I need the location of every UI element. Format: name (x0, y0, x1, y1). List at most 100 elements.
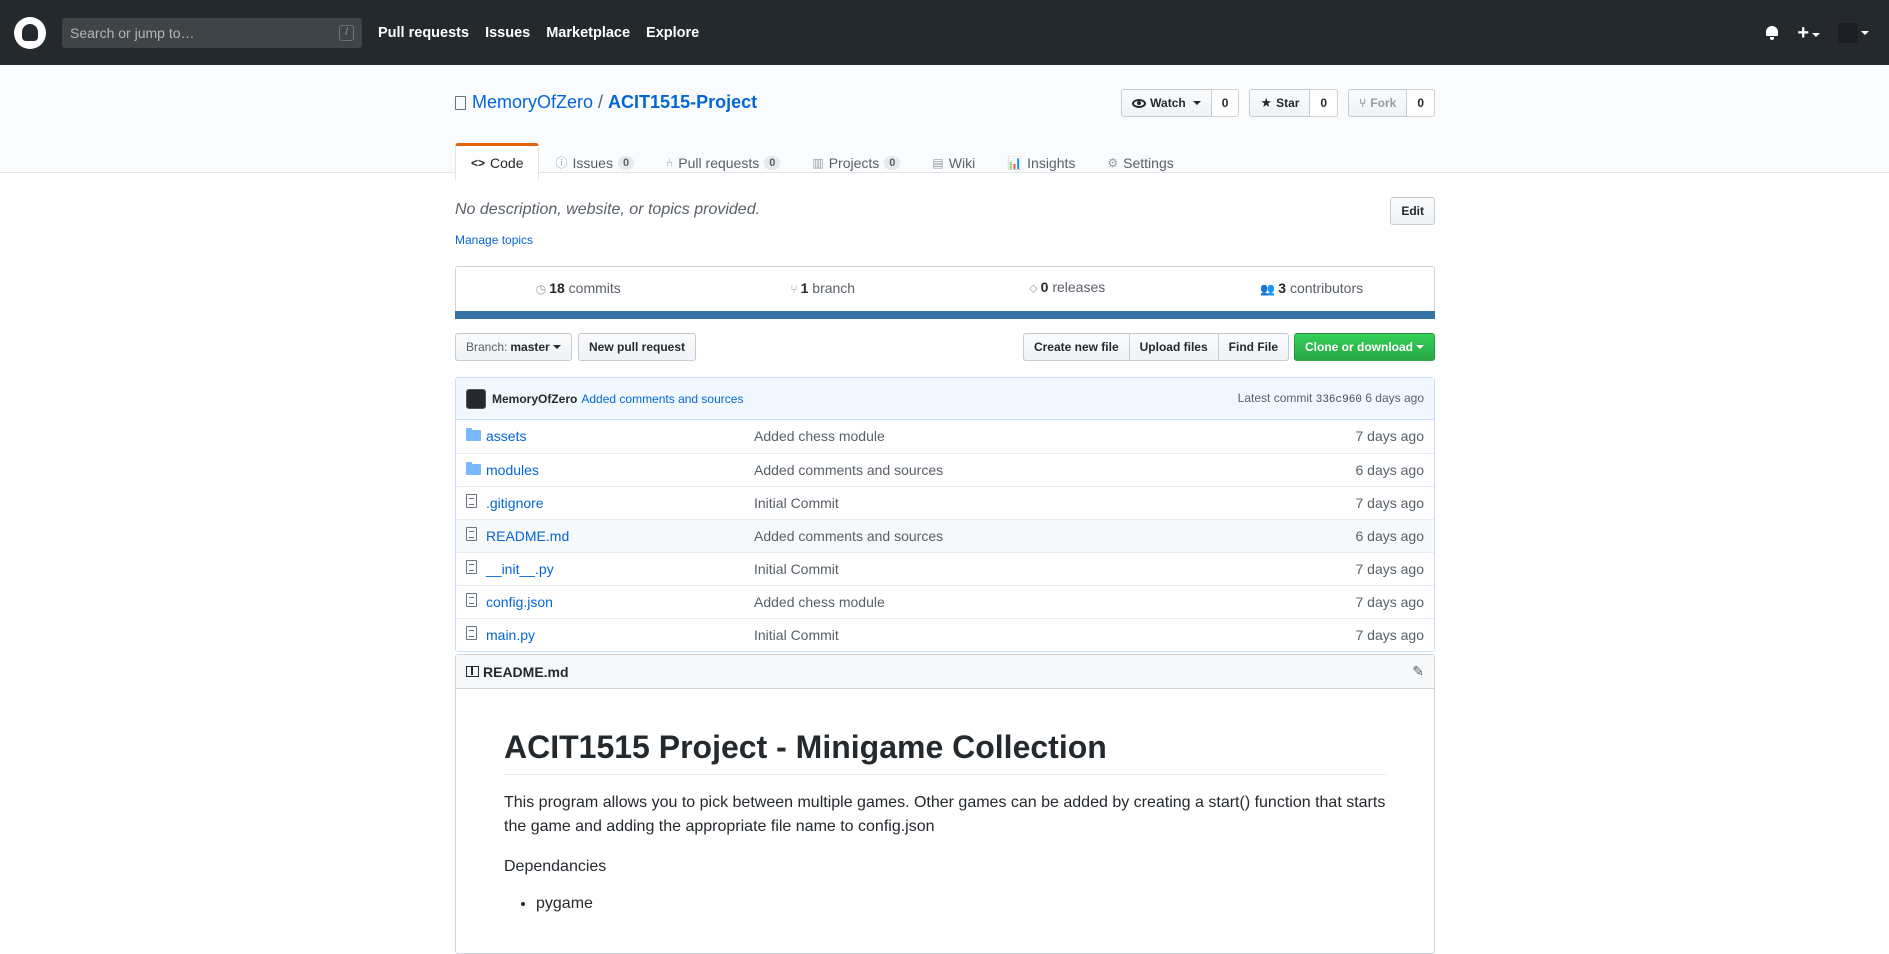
branch-summary[interactable]: ⑂ 1 branch (701, 280, 946, 296)
tab-wiki[interactable]: ▤ Wiki (916, 143, 991, 180)
user-menu-dropdown[interactable] (1838, 22, 1869, 43)
github-logo-icon[interactable] (14, 16, 46, 49)
watch-count[interactable]: 0 (1211, 89, 1240, 117)
avatar (1838, 22, 1858, 43)
tab-label: Code (490, 154, 524, 171)
file-name-link[interactable]: config.json (486, 594, 553, 610)
file-commit-message[interactable]: Initial Commit (744, 486, 1229, 519)
edit-description-button[interactable]: Edit (1390, 197, 1435, 225)
create-new-dropdown[interactable]: + (1797, 23, 1820, 43)
commits-summary[interactable]: ◷ 18 commits (456, 280, 701, 296)
repo-tabs: <> Code ⓘ Issues 0 ⑃ Pull requests 0 ▥ Project… (455, 143, 1190, 180)
commit-author[interactable]: MemoryOfZero (492, 392, 577, 406)
repo-icon (455, 95, 466, 110)
fork-button[interactable]: ⑂ Fork (1348, 89, 1408, 117)
chevron-down-icon (1861, 30, 1869, 35)
tab-code[interactable]: <> Code (455, 143, 540, 180)
readme-paragraph: This program allows you to pick between … (504, 794, 1386, 835)
new-pull-request-button[interactable]: New pull request (578, 333, 697, 361)
tab-insights[interactable]: 📊 Insights (991, 143, 1091, 180)
language-bar[interactable] (455, 311, 1435, 319)
file-commit-message[interactable]: Added chess module (744, 585, 1229, 618)
file-commit-message[interactable]: Added chess module (744, 420, 1229, 453)
files-table: assets Added chess module 7 days ago mod… (456, 420, 1434, 651)
tab-label: Issues (572, 154, 613, 171)
find-file-button[interactable]: Find File (1217, 333, 1289, 361)
branch-name: master (510, 340, 550, 354)
slash-shortcut-badge: / (339, 24, 354, 41)
clone-download-button[interactable]: Clone or download (1294, 333, 1435, 361)
repo-owner-link[interactable]: MemoryOfZero (472, 92, 593, 113)
tab-pull-requests[interactable]: ⑃ Pull requests 0 (650, 143, 796, 180)
nav-explore[interactable]: Explore (646, 25, 699, 41)
branch-prefix: Branch: (466, 340, 508, 354)
file-age: 6 days ago (1355, 527, 1425, 544)
file-name-link[interactable]: .gitignore (486, 495, 544, 511)
search-placeholder: Search or jump to… (70, 24, 195, 41)
branch-icon: ⑂ (790, 281, 798, 296)
nav-pull-requests[interactable]: Pull requests (378, 25, 469, 41)
clone-label: Clone or download (1305, 340, 1413, 354)
file-name-link[interactable]: __init__.py (486, 561, 554, 577)
history-icon: ◷ (535, 281, 547, 296)
star-button[interactable]: ★ Star (1249, 89, 1311, 117)
commit-message-link[interactable]: Added comments and sources (581, 392, 743, 406)
nav-marketplace[interactable]: Marketplace (546, 25, 630, 41)
chevron-down-icon (1812, 32, 1820, 37)
table-row: main.py Initial Commit 7 days ago (456, 618, 1434, 651)
readme-deps-heading: Dependancies (504, 858, 607, 875)
file-commit-message[interactable]: Initial Commit (744, 618, 1229, 651)
contributors-summary[interactable]: 👥 3 contributors (1190, 280, 1435, 296)
issue-icon: ⓘ (555, 156, 568, 170)
star-count[interactable]: 0 (1310, 89, 1339, 117)
file-actions-group: Create new file Upload files Find File (1022, 333, 1289, 361)
chevron-down-icon (1192, 101, 1201, 105)
manage-topics-link[interactable]: Manage topics (455, 233, 533, 247)
notifications-bell-icon[interactable] (1765, 25, 1779, 40)
repo-header: MemoryOfZero / ACIT1515-Project Watch 0 … (0, 65, 1889, 180)
commit-sha-link[interactable]: 336c960 (1316, 394, 1362, 406)
create-new-file-button[interactable]: Create new file (1022, 333, 1130, 361)
file-commit-message[interactable]: Initial Commit (744, 552, 1229, 585)
watch-group: Watch 0 (1121, 89, 1240, 117)
branch-select-button[interactable]: Branch: master (455, 333, 572, 361)
dependency-list: pygame (504, 895, 1386, 913)
repo-title-separator: / (598, 92, 604, 112)
plus-icon: + (1797, 21, 1809, 44)
pencil-icon[interactable]: ✎ (1412, 663, 1424, 680)
latest-commit-prefix: Latest commit (1237, 391, 1313, 405)
fork-count[interactable]: 0 (1407, 89, 1435, 117)
upload-files-button[interactable]: Upload files (1128, 333, 1219, 361)
releases-summary[interactable]: ⬦ 0 releases (945, 279, 1190, 296)
file-commit-message[interactable]: Added comments and sources (744, 519, 1229, 552)
branch-count: 1 (800, 279, 809, 296)
file-name-link[interactable]: modules (486, 462, 539, 478)
file-age: 7 days ago (1355, 593, 1425, 610)
gear-icon: ⚙ (1107, 155, 1119, 170)
branch-label: branch (812, 279, 856, 296)
global-nav: Pull requests Issues Marketplace Explore (378, 25, 699, 41)
nav-issues[interactable]: Issues (485, 25, 530, 41)
file-name-link[interactable]: main.py (486, 627, 535, 643)
book-icon (466, 666, 479, 677)
file-name-link[interactable]: README.md (486, 528, 569, 544)
file-icon (466, 494, 477, 508)
pull-requests-counter: 0 (764, 155, 781, 170)
tab-settings[interactable]: ⚙ Settings (1091, 143, 1189, 180)
star-label: Star (1276, 96, 1300, 110)
tab-issues[interactable]: ⓘ Issues 0 (539, 143, 650, 180)
file-age: 7 days ago (1355, 560, 1425, 577)
repo-actions: Watch 0 ★ Star 0 ⑂ Fork 0 (1121, 89, 1435, 117)
file-commit-message[interactable]: Added comments and sources (744, 453, 1229, 486)
watch-button[interactable]: Watch (1121, 89, 1212, 117)
header-actions: + (1765, 22, 1869, 43)
search-input[interactable]: Search or jump to… / (62, 17, 362, 48)
table-row: modules Added comments and sources 6 day… (456, 453, 1434, 486)
avatar[interactable] (466, 388, 486, 409)
table-row: config.json Added chess module 7 days ag… (456, 585, 1434, 618)
file-name-link[interactable]: assets (486, 428, 526, 444)
tab-label: Wiki (948, 154, 976, 171)
repo-name-link[interactable]: ACIT1515-Project (608, 92, 757, 113)
tab-projects[interactable]: ▥ Projects 0 (796, 143, 916, 180)
fork-icon: ⑂ (1359, 96, 1367, 110)
